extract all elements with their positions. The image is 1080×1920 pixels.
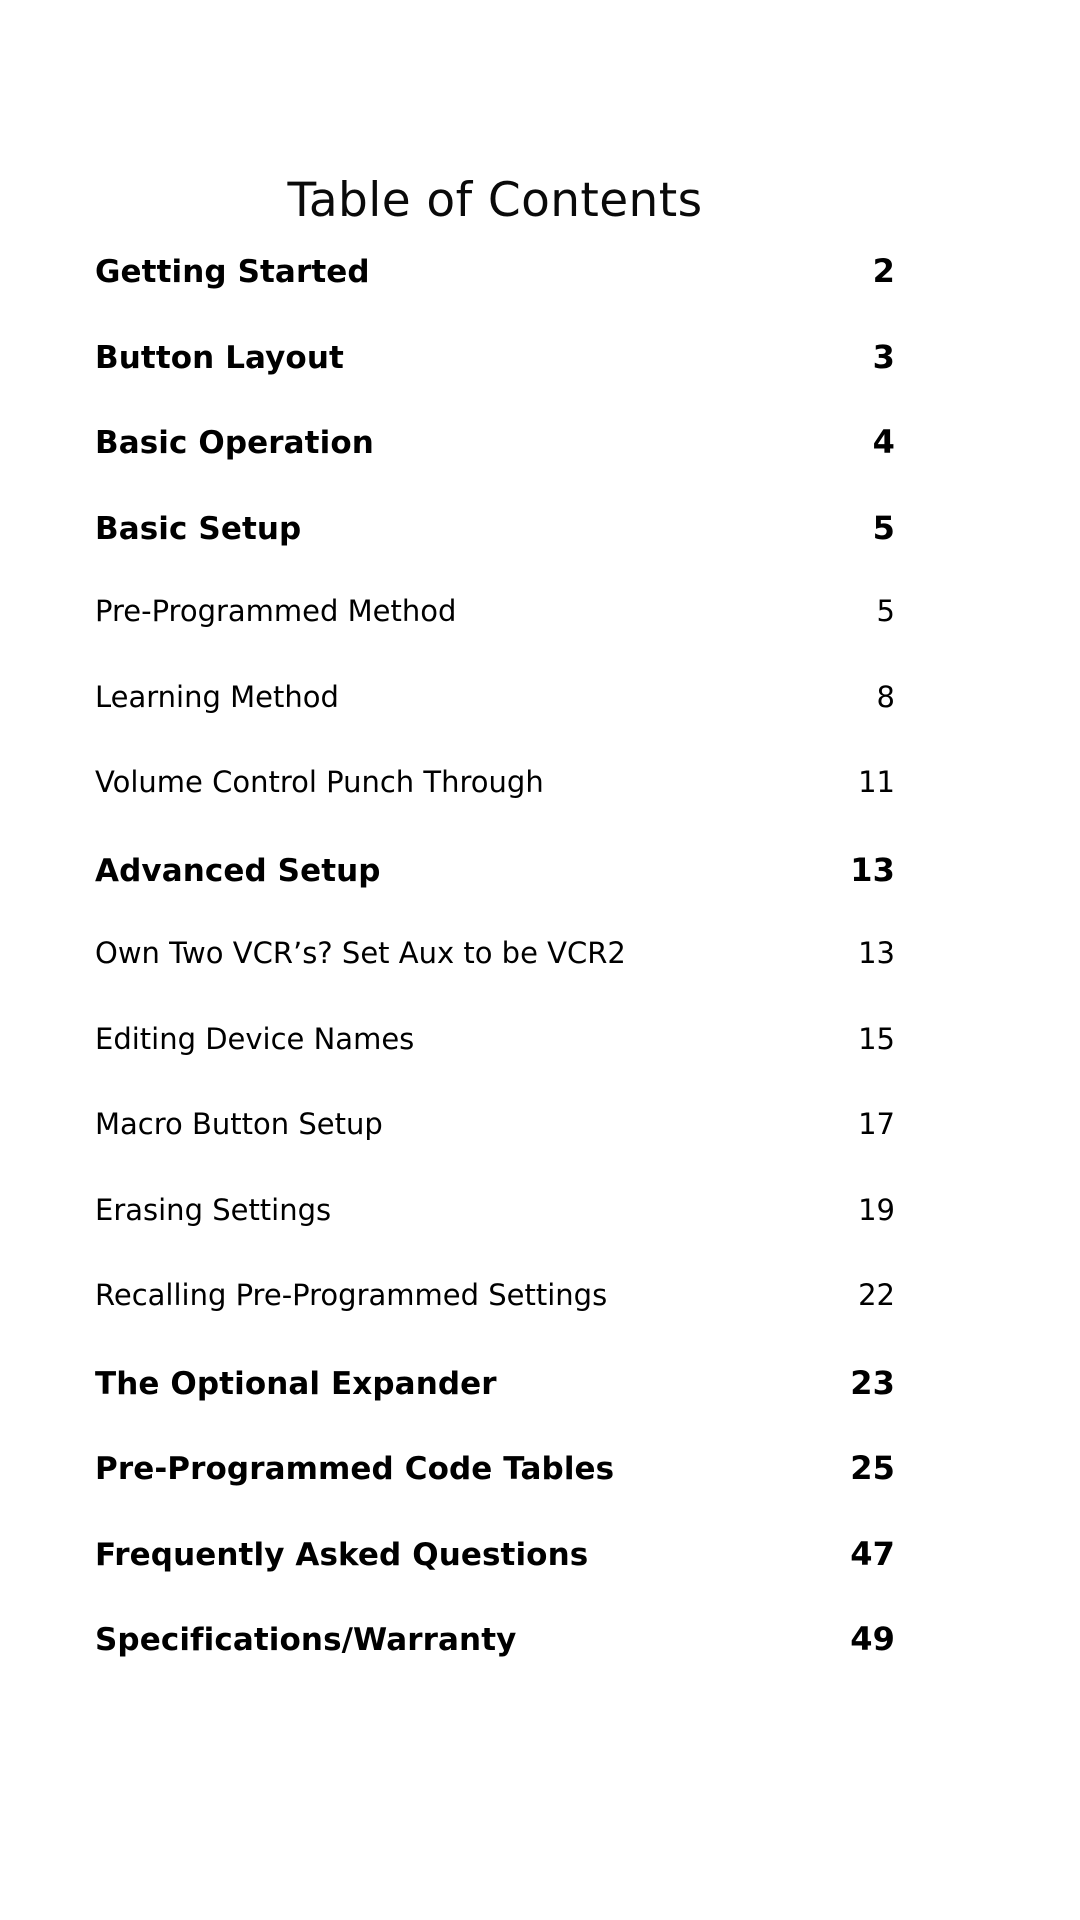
toc-entry-page-number: 11 [858, 765, 895, 799]
toc-entry[interactable]: Own Two VCR’s? Set Aux to be VCR2 13 [95, 936, 895, 1022]
toc-entry-page-number: 25 [850, 1449, 895, 1487]
toc-entry[interactable]: Basic Operation 4 [95, 423, 895, 509]
document-page: Table of Contents Getting Started 2 Button… [0, 0, 1080, 1920]
toc-entry-page-number: 19 [858, 1192, 895, 1227]
toc-entry[interactable]: Frequently Asked Questions 47 [95, 1535, 895, 1621]
toc-entry[interactable]: Specifications/Warranty 49 [95, 1620, 895, 1706]
toc-entry-page-number: 4 [872, 423, 895, 461]
page-title: Table of Contents [287, 173, 703, 229]
toc-entry-page-number: 13 [858, 936, 895, 970]
toc-entry-page-number: 22 [858, 1278, 895, 1312]
toc-entry[interactable]: Editing Device Names 15 [95, 1022, 895, 1108]
toc-entry[interactable]: Learning Method 8 [95, 680, 895, 766]
toc-entry[interactable]: Getting Started 2 [95, 252, 895, 338]
toc-entry-page-number: 47 [850, 1534, 895, 1573]
toc-entry[interactable]: The Optional Expander 23 [95, 1364, 895, 1450]
toc-entry-label: Pre-Programmed Code Tables [95, 1451, 615, 1487]
toc-entry-label: Basic Setup [95, 510, 302, 547]
toc-entry-label: Own Two VCR’s? Set Aux to be VCR2 [95, 936, 626, 970]
toc-entry[interactable]: Pre-Programmed Method 5 [95, 594, 895, 680]
toc-entry-label: The Optional Expander [95, 1365, 497, 1402]
toc-entry[interactable]: Advanced Setup 13 [95, 851, 895, 937]
toc-entry-page-number: 5 [872, 508, 895, 547]
toc-entry[interactable]: Button Layout 3 [95, 338, 895, 424]
toc-entry-page-number: 49 [850, 1620, 895, 1658]
toc-entry-label: Learning Method [95, 679, 339, 714]
toc-entry[interactable]: Macro Button Setup 17 [95, 1107, 895, 1193]
toc-entry-page-number: 8 [876, 679, 895, 714]
toc-entry-page-number: 2 [872, 252, 895, 290]
toc-entry-label: Button Layout [95, 339, 344, 376]
toc-entry-label: Specifications/Warranty [95, 1622, 517, 1658]
toc-entry[interactable]: Basic Setup 5 [95, 509, 895, 595]
toc-entry-label: Basic Operation [95, 425, 374, 461]
toc-entry-page-number: 23 [850, 1363, 895, 1402]
toc-entry-page-number: 5 [876, 594, 895, 628]
toc-entry-label: Advanced Setup [95, 852, 381, 889]
toc-entry-label: Macro Button Setup [95, 1107, 383, 1141]
toc-entry-label: Editing Device Names [95, 1021, 415, 1056]
toc-entry-label: Recalling Pre-Programmed Settings [95, 1278, 608, 1312]
toc-entry-label: Getting Started [95, 254, 370, 290]
toc-entry-page-number: 17 [858, 1107, 895, 1141]
toc-entry[interactable]: Pre-Programmed Code Tables 25 [95, 1449, 895, 1535]
toc-entry-label: Pre-Programmed Method [95, 594, 457, 628]
toc-entry-page-number: 15 [858, 1021, 895, 1056]
table-of-contents-list: Getting Started 2 Button Layout 3 Basic Oper… [95, 252, 895, 1706]
toc-entry-page-number: 13 [850, 850, 895, 889]
toc-entry-label: Frequently Asked Questions [95, 1536, 589, 1573]
toc-entry-page-number: 3 [872, 337, 895, 376]
toc-entry[interactable]: Volume Control Punch Through 11 [95, 765, 895, 851]
toc-entry-label: Erasing Settings [95, 1192, 332, 1227]
toc-entry-label: Volume Control Punch Through [95, 765, 544, 799]
toc-entry[interactable]: Recalling Pre-Programmed Settings 22 [95, 1278, 895, 1364]
toc-entry[interactable]: Erasing Settings 19 [95, 1193, 895, 1279]
